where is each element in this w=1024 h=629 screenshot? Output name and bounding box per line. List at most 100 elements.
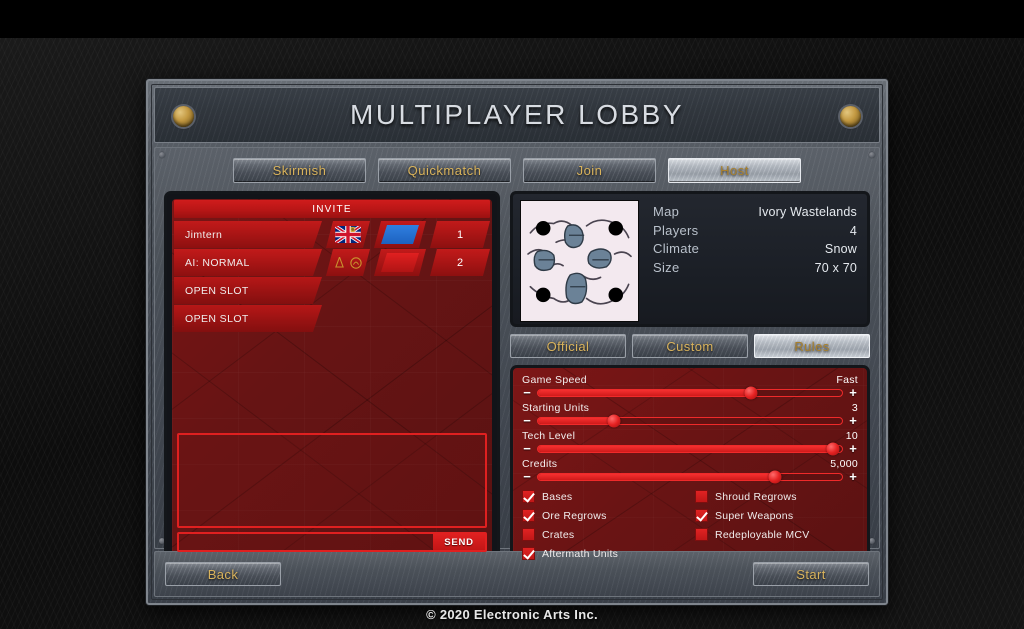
slider-knob-credits[interactable]	[768, 470, 782, 484]
slider-label-starting-units: Starting Units	[522, 402, 590, 415]
copyright-notice: © 2020 Electronic Arts Inc.	[426, 607, 598, 622]
nav-tab-skirmish-label: Skirmish	[272, 163, 327, 178]
slider-knob-game-speed[interactable]	[744, 386, 758, 400]
checkbox-redeployable-mcv-label: Redeployable MCV	[715, 528, 810, 541]
invite-button[interactable]: INVITE	[174, 200, 490, 218]
checkbox-crates-box[interactable]	[522, 528, 535, 542]
slider-knob-tech-level[interactable]	[826, 442, 840, 456]
slider-track-starting-units[interactable]	[537, 414, 843, 428]
mode-tabs: Skirmish Quickmatch Join Host	[164, 156, 870, 191]
decrease-starting-units-button[interactable]: −	[522, 414, 532, 427]
multiplayer-lobby-window: MULTIPLAYER LOBBY Skirmish Quickmatch Jo…	[146, 79, 888, 605]
title-bar: MULTIPLAYER LOBBY	[154, 87, 880, 143]
checkbox-bases[interactable]: Bases	[522, 487, 685, 506]
player-position-2: 2	[456, 256, 464, 269]
tab-rules[interactable]: Rules	[754, 334, 870, 359]
slider-block-starting-units: Starting Units 3 − +	[522, 402, 858, 428]
checkbox-aftermath-units[interactable]: Aftermath Units	[522, 544, 685, 562]
tab-official-label: Official	[546, 338, 590, 354]
player-name-cell-1[interactable]: Jimtern	[174, 221, 322, 248]
checkbox-aftermath-units-label: Aftermath Units	[542, 547, 619, 560]
back-button[interactable]: Back	[165, 562, 281, 586]
slider-fill-starting-units	[538, 418, 614, 425]
slider-line-tech-level: − +	[522, 442, 858, 456]
player-color-cell-2[interactable]	[374, 249, 426, 276]
nav-tab-join-label: Join	[576, 163, 603, 178]
map-detail-row-size: Size 70 x 70	[653, 259, 857, 278]
map-preview-ivory-wastelands[interactable]	[520, 200, 639, 322]
player-slot-row-1: Jimtern 1	[174, 221, 490, 248]
decrease-credits-button[interactable]: −	[522, 470, 532, 483]
open-slot-cell-4[interactable]: OPEN SLOT	[174, 305, 322, 332]
game-screen: MULTIPLAYER LOBBY Skirmish Quickmatch Jo…	[0, 0, 1024, 629]
slider-track-game-speed[interactable]	[537, 386, 843, 400]
player-position-cell-1[interactable]: 1	[430, 221, 490, 248]
player-name-2: AI: NORMAL	[185, 256, 250, 269]
player-position-cell-2[interactable]: 2	[430, 249, 490, 276]
nav-tab-quickmatch-label: Quickmatch	[407, 163, 482, 178]
checkbox-bases-box[interactable]	[522, 490, 535, 504]
checkbox-redeployable-mcv-box[interactable]	[695, 528, 708, 542]
slider-track-credits[interactable]	[537, 470, 843, 484]
checkbox-ore-regrows[interactable]: Ore Regrows	[522, 506, 685, 525]
rivet-left-icon	[173, 106, 194, 127]
slider-head-credits: Credits 5,000	[522, 458, 858, 470]
player-slot-row-3: OPEN SLOT	[174, 277, 490, 304]
start-button[interactable]: Start	[753, 562, 869, 586]
tab-official[interactable]: Official	[510, 334, 626, 359]
map-preview-icon	[521, 202, 638, 320]
ai-skill-icon	[335, 257, 344, 268]
slider-track-tech-level[interactable]	[537, 442, 843, 456]
map-value-map: Ivory Wastelands	[758, 205, 857, 219]
decrease-game-speed-button[interactable]: −	[522, 386, 532, 399]
player-color-swatch-1	[381, 225, 419, 244]
slider-block-credits: Credits 5,000 − +	[522, 458, 858, 484]
checkbox-crates[interactable]: Crates	[522, 525, 685, 544]
map-value-size: 70 x 70	[814, 260, 857, 275]
chat-input[interactable]	[179, 534, 433, 550]
checkbox-aftermath-units-box[interactable]	[522, 547, 535, 561]
checkbox-crates-label: Crates	[542, 528, 575, 541]
player-flag-cell-1[interactable]	[326, 221, 370, 248]
checkbox-super-weapons[interactable]: Super Weapons	[695, 506, 858, 525]
player-name-cell-2[interactable]: AI: NORMAL	[174, 249, 322, 276]
map-label-map: Map	[653, 204, 680, 219]
uk-flag-icon	[335, 226, 361, 243]
rules-tab-bar: Official Custom Rules	[510, 334, 870, 359]
increase-tech-level-button[interactable]: +	[848, 442, 858, 455]
tab-custom-label: Custom	[666, 338, 714, 354]
lobby-columns: INVITE Jimtern 1 AI: NORMAL 2 OPEN SLOT …	[164, 191, 870, 565]
checkbox-redeployable-mcv[interactable]: Redeployable MCV	[695, 525, 858, 544]
player-list-panel: INVITE Jimtern 1 AI: NORMAL 2 OPEN SLOT …	[164, 191, 500, 565]
open-slot-cell-3[interactable]: OPEN SLOT	[174, 277, 322, 304]
nav-tab-host-label: Host	[720, 163, 749, 178]
chat-history-box[interactable]	[177, 433, 487, 528]
open-slot-label-3: OPEN SLOT	[185, 284, 249, 297]
player-flag-cell-2[interactable]	[326, 249, 370, 276]
increase-credits-button[interactable]: +	[848, 470, 858, 483]
slider-knob-starting-units[interactable]	[607, 414, 621, 428]
map-info-panel: Map Ivory Wastelands Players 4 Climate S…	[510, 191, 870, 327]
increase-starting-units-button[interactable]: +	[848, 414, 858, 427]
player-color-cell-1[interactable]	[374, 221, 426, 248]
nav-tab-skirmish[interactable]: Skirmish	[233, 158, 366, 183]
nav-tab-quickmatch[interactable]: Quickmatch	[378, 158, 511, 183]
lobby-body: Skirmish Quickmatch Join Host INVITE Jim…	[154, 147, 880, 565]
tab-custom[interactable]: Custom	[632, 334, 748, 359]
map-details-list: Map Ivory Wastelands Players 4 Climate S…	[653, 200, 857, 318]
nav-tab-join[interactable]: Join	[523, 158, 656, 183]
nav-tab-host[interactable]: Host	[668, 158, 801, 183]
slider-fill-credits	[538, 474, 776, 481]
checkbox-ore-regrows-box[interactable]	[522, 509, 535, 523]
checkbox-super-weapons-box[interactable]	[695, 509, 708, 523]
slider-line-starting-units: − +	[522, 414, 858, 428]
increase-game-speed-button[interactable]: +	[848, 386, 858, 399]
checkbox-shroud-regrows-box[interactable]	[695, 490, 708, 504]
checkbox-shroud-regrows[interactable]: Shroud Regrows	[695, 487, 858, 506]
slider-line-credits: − +	[522, 470, 858, 484]
open-slot-label-4: OPEN SLOT	[185, 312, 249, 325]
slider-head-starting-units: Starting Units 3	[522, 402, 858, 414]
decrease-tech-level-button[interactable]: −	[522, 442, 532, 455]
send-button[interactable]: SEND	[433, 534, 485, 550]
letterbox-top	[0, 0, 1024, 38]
